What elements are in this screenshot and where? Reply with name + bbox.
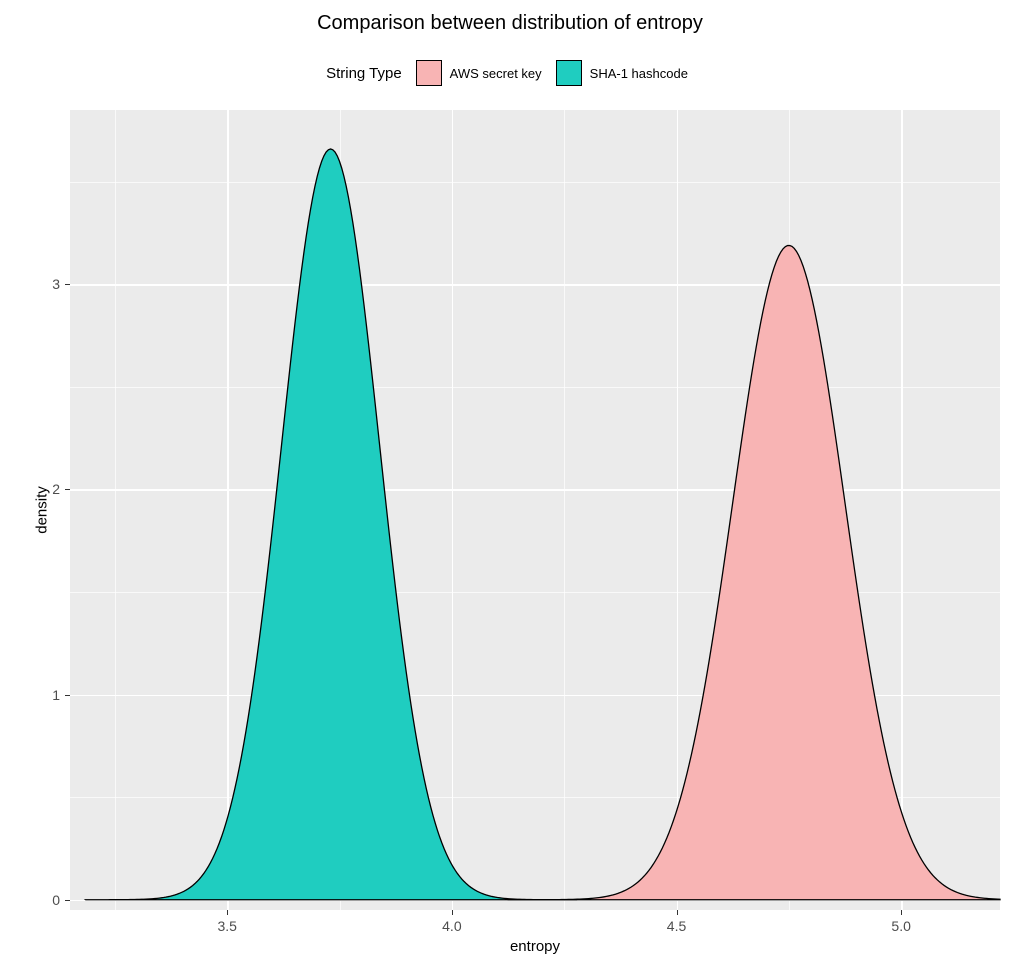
x-tick-label: 3.5 xyxy=(218,910,237,934)
density-aws-secret-key xyxy=(508,245,1000,899)
legend: String Type AWS secret key SHA-1 hashcod… xyxy=(0,60,1020,86)
legend-label-aws: AWS secret key xyxy=(450,66,542,81)
density-curves xyxy=(70,110,1000,910)
y-tick-label: 0 xyxy=(52,892,70,908)
y-tick-label: 2 xyxy=(52,481,70,497)
legend-title: String Type xyxy=(326,65,402,82)
y-tick-label: 3 xyxy=(52,276,70,292)
chart-title: Comparison between distribution of entro… xyxy=(0,12,1020,35)
chart: Comparison between distribution of entro… xyxy=(0,0,1020,964)
x-tick-label: 4.0 xyxy=(442,910,461,934)
x-tick-label: 4.5 xyxy=(667,910,686,934)
legend-label-sha1: SHA-1 hashcode xyxy=(590,66,688,81)
legend-swatch-sha1 xyxy=(556,60,582,86)
x-axis-label: entropy xyxy=(70,938,1000,955)
plot-panel: 01233.54.04.55.0 entropy density xyxy=(70,110,1000,910)
y-axis-label: density xyxy=(33,486,50,534)
legend-swatch-aws xyxy=(416,60,442,86)
y-tick-label: 1 xyxy=(52,687,70,703)
x-tick-label: 5.0 xyxy=(891,910,910,934)
density-sha-1-hashcode xyxy=(86,149,576,900)
